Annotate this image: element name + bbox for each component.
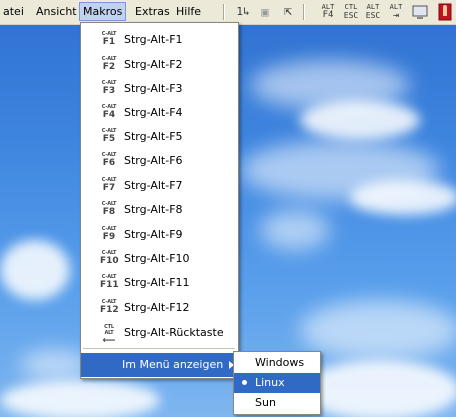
menu-item-strg-alt-f6[interactable]: C-ALT F6 Strg-Alt-F6 [81,149,238,173]
menu-item-strg-alt-backspace[interactable]: CTL ALT ⟵ Strg-Alt-Rücktaste [81,321,238,346]
menu-hilfe[interactable]: Hilfe [173,3,204,20]
menu-item-strg-alt-f5[interactable]: C-ALT F5 Strg-Alt-F5 [81,125,238,149]
keyboard-f8-icon: C-ALT F8 [101,201,117,217]
keyboard-f9-icon: C-ALT F9 [101,226,117,242]
cursor-key-icon[interactable]: 1↳ [234,3,252,21]
menu-item-strg-alt-f9[interactable]: C-ALT F9 Strg-Alt-F9 [81,223,238,247]
menu-separator [83,348,235,349]
exit-icon[interactable] [436,3,454,21]
menu-item-strg-alt-f12[interactable]: C-ALT F12 Strg-Alt-F12 [81,296,238,320]
keyboard-backspace-icon: CTL ALT ⟵ [102,324,116,346]
alt-tab-icon[interactable]: ALT ⇥ [387,3,405,21]
submenu-item-windows[interactable]: Windows [234,353,320,373]
menu-item-strg-alt-f3[interactable]: C-ALT F3 Strg-Alt-F3 [81,77,238,101]
show-in-menu-submenu: Windows Linux Sun [233,351,321,415]
keyboard-f3-icon: C-ALT F3 [101,80,117,96]
menu-item-strg-alt-f7[interactable]: C-ALT F7 Strg-Alt-F7 [81,174,238,198]
keyboard-f7-icon: C-ALT F7 [101,177,117,193]
submenu-item-sun[interactable]: Sun [234,393,320,413]
keyboard-f6-icon: C-ALT F6 [101,152,117,168]
alt-f4-icon[interactable]: ALT F4 [319,3,337,21]
keyboard-f4-icon: C-ALT F4 [101,104,117,120]
menu-ansicht[interactable]: Ansicht [33,3,80,20]
menu-item-strg-alt-f10[interactable]: C-ALT F10 Strg-Alt-F10 [81,247,238,271]
menu-item-strg-alt-f8[interactable]: C-ALT F8 Strg-Alt-F8 [81,198,238,222]
menu-item-strg-alt-f11[interactable]: C-ALT F11 Strg-Alt-F11 [81,271,238,295]
menu-item-strg-alt-f2[interactable]: C-ALT F2 Strg-Alt-F2 [81,53,238,77]
menu-datei[interactable]: atei [0,3,27,20]
keyboard-f5-icon: C-ALT F5 [101,128,117,144]
keyboard-f11-icon: C-ALT F11 [100,274,119,290]
menu-extras[interactable]: Extras [132,3,173,20]
keyboard-f12-icon: C-ALT F12 [100,299,119,315]
radio-bullet-icon [242,380,247,385]
keyboard-f10-icon: C-ALT F10 [100,250,119,266]
menu-item-strg-alt-f4[interactable]: C-ALT F4 Strg-Alt-F4 [81,101,238,125]
keyboard-f2-icon: C-ALT F2 [101,56,117,72]
menu-item-strg-alt-f1[interactable]: C-ALT F1 Strg-Alt-F1 [81,28,238,52]
select-cursor-icon[interactable]: ⇱ [279,3,297,21]
keyboard-f1-icon: C-ALT F1 [101,31,117,47]
submenu-item-linux[interactable]: Linux [234,373,320,393]
alt-esc-icon[interactable]: ALT ESC [364,3,382,21]
menu-item-show-in-menu[interactable]: Im Menü anzeigen [81,353,238,377]
macros-dropdown-menu: C-ALT F1 Strg-Alt-F1 C-ALT F2 Strg-Alt-F2 … [80,22,239,379]
menu-makros[interactable]: Makros [79,2,127,21]
image-frame-icon[interactable]: ▣ [256,3,274,21]
ctl-esc-icon[interactable]: CTL ESC [342,3,360,21]
monitor-icon[interactable] [411,3,429,21]
